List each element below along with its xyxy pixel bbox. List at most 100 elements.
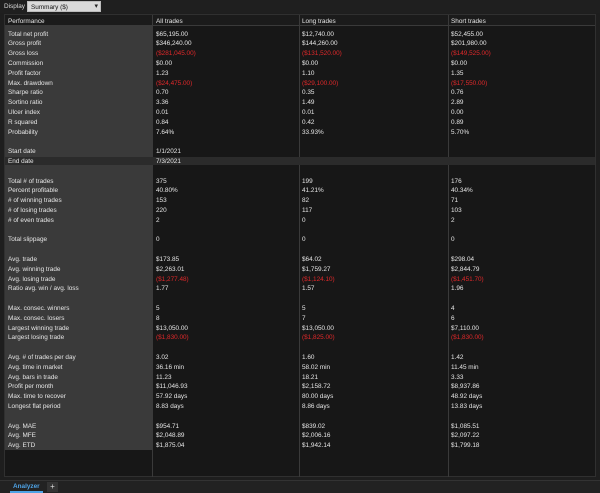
cell-short-trades: ($1,451.70) xyxy=(451,275,484,283)
cell-long-trades: 0 xyxy=(302,236,306,244)
table-row[interactable]: # of winning trades 153 82 71 xyxy=(5,197,595,205)
cell-short-trades: $1,085.51 xyxy=(451,422,480,430)
display-select[interactable]: Summary ($) ▾ xyxy=(27,1,101,12)
table-row[interactable]: Max. consec. winners 5 5 4 xyxy=(5,304,595,312)
row-label: Avg. MAE xyxy=(8,422,37,430)
table-row[interactable]: Start date 1/1/2021 xyxy=(5,148,595,156)
table-row[interactable]: Avg. ETD $1,875.04 $1,942.14 $1,799.18 xyxy=(5,442,595,450)
table-row[interactable]: Avg. trade $173.85 $64.02 $298.04 xyxy=(5,255,595,263)
table-row[interactable]: Sharpe ratio 0.70 0.35 0.76 xyxy=(5,89,595,97)
cell-long-trades: 8.86 days xyxy=(302,402,330,410)
table-row[interactable]: Avg. winning trade $2,263.01 $1,759.27 $2,8… xyxy=(5,265,595,273)
cell-long-trades: 199 xyxy=(302,177,313,185)
row-label: Profit factor xyxy=(8,69,41,77)
header-all-trades[interactable]: All trades xyxy=(156,18,183,25)
cell-all-trades: 1.23 xyxy=(156,69,169,77)
cell-short-trades: $2,097.22 xyxy=(451,432,480,440)
row-label: Percent profitable xyxy=(8,187,59,195)
cell-all-trades: 0.70 xyxy=(156,89,169,97)
table-row[interactable]: Percent profitable 40.80% 41.21% 40.34% xyxy=(5,187,595,195)
cell-all-trades: $954.71 xyxy=(156,422,180,430)
cell-all-trades: $2,263.01 xyxy=(156,265,185,273)
table-row[interactable] xyxy=(5,226,595,234)
table-row[interactable]: Ulcer index 0.01 0.01 0.00 xyxy=(5,108,595,116)
table-row[interactable]: Avg. MFE $2,048.89 $2,006.16 $2,097.22 xyxy=(5,432,595,440)
table-row[interactable]: Gross loss ($281,045.00) ($131,520.00) ($14… xyxy=(5,50,595,58)
row-label: Longest flat period xyxy=(8,402,61,410)
row-label: Largest losing trade xyxy=(8,334,65,342)
cell-long-trades: 58.02 min xyxy=(302,363,331,371)
cell-all-trades: ($281,045.00) xyxy=(156,50,196,58)
row-label: Start date xyxy=(8,148,36,156)
header-long-trades[interactable]: Long trades xyxy=(302,18,336,25)
table-row[interactable] xyxy=(5,167,595,175)
cell-all-trades: 3.36 xyxy=(156,99,169,107)
cell-long-trades: $12,740.00 xyxy=(302,30,334,38)
cell-short-trades: 40.34% xyxy=(451,187,473,195)
cell-long-trades: 117 xyxy=(302,206,313,214)
table-row[interactable]: Largest winning trade $13,050.00 $13,050.0… xyxy=(5,324,595,332)
cell-long-trades: 82 xyxy=(302,197,310,205)
cell-long-trades: 0.35 xyxy=(302,89,315,97)
table-row[interactable]: End date 7/3/2021 xyxy=(5,157,595,166)
table-row[interactable]: Avg. bars in trade 11.23 18.21 3.33 xyxy=(5,373,595,381)
table-row[interactable]: Max. drawdown ($24,475.00) ($29,100.00) ($1… xyxy=(5,79,595,87)
table-row[interactable]: Profit per month $11,046.93 $2,158.72 $8,93… xyxy=(5,383,595,391)
table-row[interactable] xyxy=(5,138,595,146)
table-row[interactable]: Profit factor 1.23 1.10 1.35 xyxy=(5,69,595,77)
table-row[interactable]: Avg. time in market 36.16 min 58.02 min 11.… xyxy=(5,363,595,371)
cell-all-trades: 0 xyxy=(156,236,160,244)
toolbar: Display Summary ($) ▾ xyxy=(0,0,600,13)
add-tab-button[interactable]: + xyxy=(47,482,58,492)
tab-analyzer[interactable]: Analyzer xyxy=(10,482,43,493)
table-row[interactable] xyxy=(5,412,595,420)
table-row[interactable]: Largest losing trade ($1,830.00) ($1,825.0… xyxy=(5,334,595,342)
row-label: End date xyxy=(8,157,34,165)
cell-all-trades: 3.02 xyxy=(156,353,169,361)
table-row[interactable] xyxy=(5,246,595,254)
cell-short-trades: $2,844.79 xyxy=(451,265,480,273)
cell-long-trades: 5 xyxy=(302,304,306,312)
table-row[interactable]: Gross profit $346,240.00 $144,260.00 $201,9… xyxy=(5,40,595,48)
cell-short-trades: ($149,525.00) xyxy=(451,50,491,58)
row-label: Avg. # of trades per day xyxy=(8,353,76,361)
table-row[interactable]: Max. consec. losers 8 7 6 xyxy=(5,314,595,322)
cell-all-trades: 0.01 xyxy=(156,108,169,116)
table-row[interactable]: Total # of trades 375 199 176 xyxy=(5,177,595,185)
cell-short-trades: 1.96 xyxy=(451,285,464,293)
table-row[interactable]: Max. time to recover 57.92 days 80.00 days… xyxy=(5,393,595,401)
cell-short-trades: 3.33 xyxy=(451,373,464,381)
table-row[interactable]: # of even trades 2 0 2 xyxy=(5,216,595,224)
table-row[interactable]: Total slippage 0 0 0 xyxy=(5,236,595,244)
table-row[interactable]: Avg. # of trades per day 3.02 1.60 1.42 xyxy=(5,353,595,361)
cell-all-trades: 36.16 min xyxy=(156,363,185,371)
table-row[interactable]: Avg. losing trade ($1,277.48) ($1,124.10) (… xyxy=(5,275,595,283)
row-label: Total # of trades xyxy=(8,177,54,185)
table-row[interactable]: Sortino ratio 3.36 1.49 2.89 xyxy=(5,99,595,107)
table-row[interactable]: Longest flat period 8.83 days 8.86 days 13.… xyxy=(5,402,595,410)
row-label: Avg. trade xyxy=(8,255,38,263)
table-row[interactable]: Commission $0.00 $0.00 $0.00 xyxy=(5,59,595,67)
cell-long-trades: $1,942.14 xyxy=(302,442,331,450)
cell-short-trades: ($1,830.00) xyxy=(451,334,484,342)
table-row[interactable]: Ratio avg. win / avg. loss 1.77 1.57 1.96 xyxy=(5,285,595,293)
row-label: Profit per month xyxy=(8,383,54,391)
display-select-value: Summary ($) xyxy=(31,3,68,11)
cell-all-trades: 8.83 days xyxy=(156,402,184,410)
table-row[interactable]: R squared 0.84 0.42 0.89 xyxy=(5,118,595,126)
table-row[interactable]: Total net profit $65,195.00 $12,740.00 $52,… xyxy=(5,30,595,38)
row-label: Largest winning trade xyxy=(8,324,70,332)
cell-short-trades: 48.92 days xyxy=(451,393,483,401)
table-row[interactable]: Probability 7.64% 33.93% 5.70% xyxy=(5,128,595,136)
row-label: Max. consec. winners xyxy=(8,304,70,312)
table-row[interactable]: # of losing trades 220 117 103 xyxy=(5,206,595,214)
cell-short-trades: 71 xyxy=(451,197,459,205)
header-performance[interactable]: Performance xyxy=(8,18,45,25)
table-row[interactable]: Avg. MAE $954.71 $839.02 $1,085.51 xyxy=(5,422,595,430)
cell-all-trades: $1,875.04 xyxy=(156,442,185,450)
row-label: Ratio avg. win / avg. loss xyxy=(8,285,79,293)
cell-all-trades: $2,048.89 xyxy=(156,432,185,440)
table-row[interactable] xyxy=(5,295,595,303)
table-row[interactable] xyxy=(5,344,595,352)
header-short-trades[interactable]: Short trades xyxy=(451,18,486,25)
